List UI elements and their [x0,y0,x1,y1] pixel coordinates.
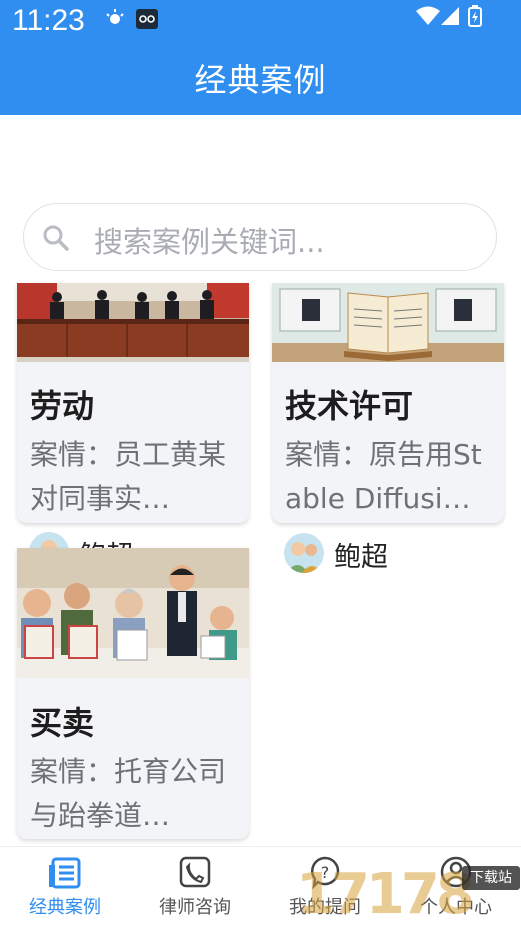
case-card[interactable]: 劳动 案情：员工黄某对同事实… [17,283,249,523]
app-header: 11:23 经典案例 [0,0,521,115]
case-card[interactable]: 技术许可 案情：原告用Stable Diffusi… [272,283,504,523]
tab-label: 律师咨询 [159,897,231,918]
watermark-logo: 17178 [296,862,475,927]
case-description: 案情：原告用Stable Diffusi… [285,438,482,515]
tab-label: 经典案例 [29,897,101,918]
case-image [17,283,249,362]
signal-icon [440,6,460,30]
status-time: 11:23 [12,4,85,37]
list-icon [47,855,83,895]
author-avatar [284,533,324,573]
battery-icon [468,5,482,31]
case-author: 鲍超 [284,533,484,573]
author-avatar [29,532,69,548]
case-image [17,548,249,678]
case-description: 案情：员工黄某对同事实… [30,438,227,515]
search-placeholder: 搜索案例关键词... [94,225,325,259]
page-title: 经典案例 [194,61,327,99]
case-title: 劳动 [30,387,95,425]
phone-icon [178,855,212,893]
author-name: 鲍超 [79,534,133,548]
wifi-icon [416,6,440,30]
author-name: 鲍超 [334,542,388,573]
case-title: 买卖 [30,704,95,742]
app-notification-icon [135,8,159,34]
case-description: 案情：托育公司与跆拳道… [30,755,227,832]
tab-lawyer-consult[interactable]: 律师咨询 [130,847,260,927]
tab-classic-cases[interactable]: 经典案例 [0,847,130,927]
case-title: 技术许可 [285,387,414,425]
watermark-badge: 下载站 [462,866,520,890]
search-icon [42,224,70,256]
case-card[interactable]: 买卖 案情：托育公司与跆拳道… [17,548,249,839]
brightness-icon [104,8,126,34]
case-image [272,283,504,362]
status-bar: 11:23 [0,0,521,44]
case-author: 鲍超 [29,532,229,548]
search-input[interactable]: 搜索案例关键词... [23,203,497,271]
